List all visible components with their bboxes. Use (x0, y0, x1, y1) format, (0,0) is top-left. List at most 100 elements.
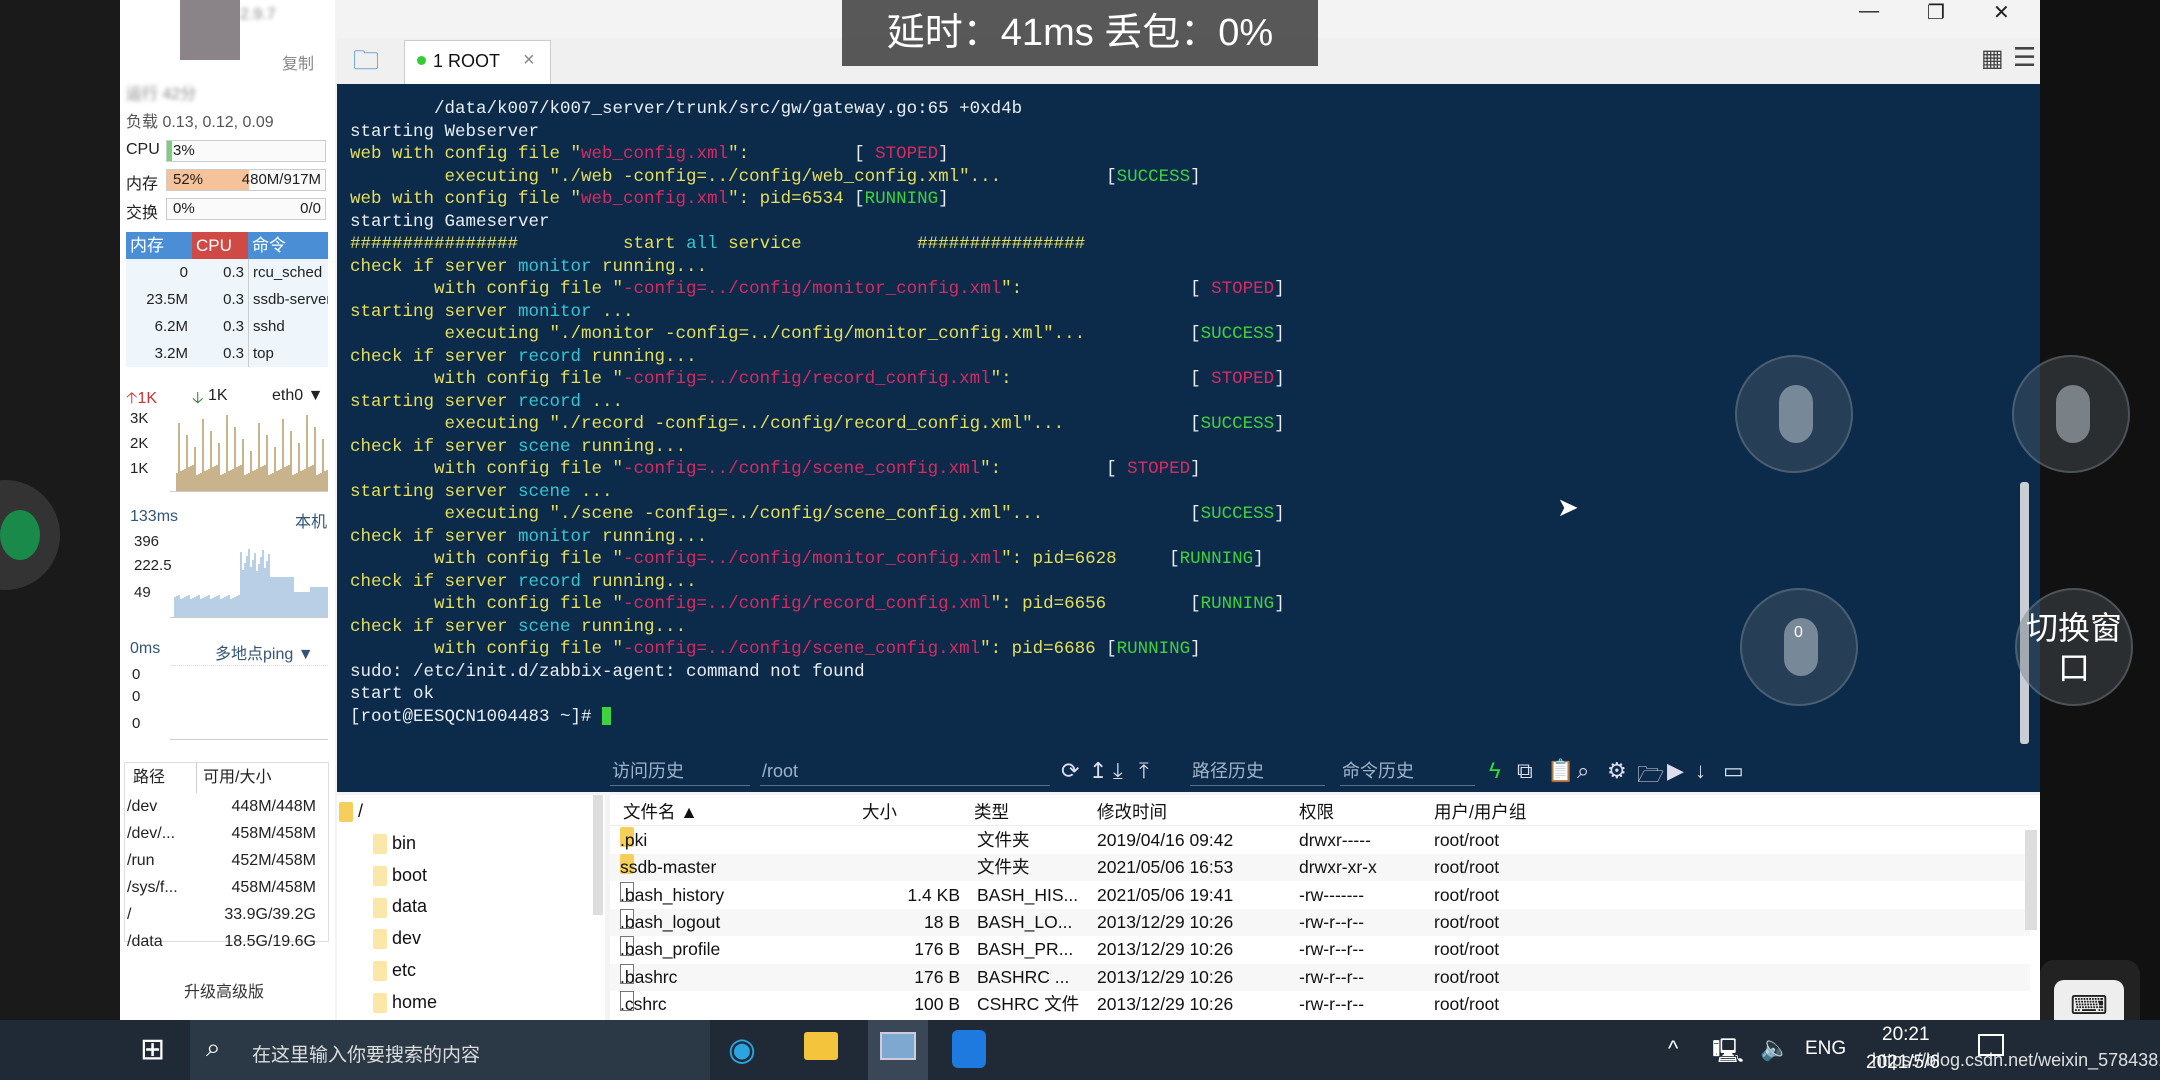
terminal-text: starting server (350, 391, 519, 412)
terminal-text: [ (1190, 504, 1201, 524)
col-owner[interactable]: 用户/用户组 (1434, 799, 1526, 826)
copy-icon[interactable]: ⧉ (1517, 758, 1533, 784)
terminal-text: monitor (518, 526, 592, 547)
play-icon[interactable]: ▶ (1667, 758, 1684, 784)
col-path[interactable]: 路径 (125, 763, 197, 793)
windows-start-icon[interactable]: ⊞ (140, 1032, 165, 1067)
arrow-down-icon[interactable]: ↓ (1695, 758, 1706, 784)
file-row[interactable]: .pki 文件夹 2019/04/16 09:42 drwxr----- root/… (610, 827, 2030, 854)
mouse-scroll-button[interactable]: 0 (1740, 588, 1858, 706)
network-icon[interactable]: 🖳 (1712, 1034, 1744, 1075)
file-list-scrollbar[interactable] (2025, 830, 2037, 930)
file-row[interactable]: .cshrc 100 B CSHRC 文件 2013/12/29 10:26 -rw… (610, 990, 2030, 1018)
path-field[interactable]: /root (760, 756, 1050, 786)
paste-icon[interactable]: 📋 (1547, 758, 1574, 784)
tab-close-icon[interactable]: × (523, 49, 535, 72)
terminal-line: check if server monitor running... (350, 256, 1285, 279)
minimize-button[interactable]: — (1859, 0, 1879, 23)
terminal-text: ": pid=6656 (990, 594, 1191, 614)
edge-icon[interactable]: ◉ (728, 1030, 756, 1068)
visit-history-field[interactable]: 访问历史 (610, 756, 750, 786)
folder-open-icon[interactable]: 🗁 (1637, 758, 1664, 796)
terminal-text: STOPED (1211, 369, 1275, 389)
command-history-field[interactable]: 命令历史 (1340, 756, 1475, 786)
tab-root[interactable]: 1 ROOT × (404, 40, 551, 84)
grid-view-icon[interactable]: ▦ (1981, 44, 2004, 73)
col-size[interactable]: 可用/大小 (197, 763, 271, 793)
upgrade-link[interactable]: 升级高级版 (184, 978, 264, 1002)
menu-icon[interactable]: ☰ (2013, 42, 2036, 73)
up-dir-icon[interactable]: ↥ (1089, 758, 1107, 784)
tree-item[interactable]: data (373, 896, 427, 918)
process-row[interactable]: 6.2M 0.3 sshd (126, 313, 328, 340)
restore-button[interactable]: ❐ (1927, 0, 1945, 25)
iface-select[interactable]: eth0 ▼ (272, 387, 323, 405)
col-size[interactable]: 大小 (862, 799, 897, 826)
file-row[interactable]: ssdb-master 文件夹 2021/05/06 16:53 drwxr-xr… (610, 854, 2030, 882)
terminal-text: check if server (350, 346, 519, 367)
file-row[interactable]: .bash_profile 176 B BASH_PR... 2013/12/29… (610, 936, 2030, 963)
volume-icon[interactable]: 🔈 (1760, 1034, 1790, 1063)
refresh-icon[interactable]: ⟳ (1061, 758, 1079, 784)
tray-expand-icon[interactable]: ^ (1668, 1036, 1678, 1062)
file-row[interactable]: .bashrc 176 B BASHRC ... 2013/12/29 10:26… (610, 963, 2030, 991)
file-explorer-icon[interactable] (804, 1032, 838, 1060)
close-button[interactable]: ✕ (1993, 0, 2010, 25)
window-icon[interactable]: ▭ (1723, 758, 1744, 784)
floating-ball[interactable] (0, 480, 60, 590)
remote-desktop-app[interactable] (868, 1020, 928, 1080)
disk-row: /dev/... 458M/458M (127, 825, 316, 842)
terminal-text: with config file " (350, 459, 624, 479)
tree-item[interactable]: dev (373, 928, 421, 950)
terminal-text: ": (1001, 279, 1191, 299)
tree-item[interactable]: etc (373, 960, 416, 982)
file-row[interactable]: .bash_history 1.4 KB BASH_HIS... 2021/05/… (610, 881, 2030, 909)
language-indicator[interactable]: ENG (1805, 1038, 1846, 1060)
copy-button[interactable]: 复制 (282, 50, 314, 74)
tree-item[interactable]: boot (373, 865, 427, 886)
terminal-text: scene (518, 481, 571, 502)
process-row[interactable]: 23.5M 0.3 ssdb-server (126, 286, 328, 313)
terminal-line: starting server record ... (350, 391, 1285, 414)
col-filename[interactable]: 文件名 ▲ (623, 799, 698, 826)
gear-icon[interactable]: ⚙ (1607, 758, 1627, 784)
col-mtime[interactable]: 修改时间 (1097, 799, 1167, 826)
ping-target[interactable]: 本机 (295, 508, 327, 532)
mouse-left-button[interactable] (1735, 355, 1853, 473)
multiping-select[interactable]: 多地点ping ▼ (215, 640, 314, 664)
taskbar-search[interactable]: ⌕ 在这里输入你要搜索的内容 (190, 1020, 710, 1080)
col-perm[interactable]: 权限 (1299, 799, 1334, 826)
terminal-text: [ (1106, 459, 1128, 479)
terminal-text: [ (1190, 279, 1212, 299)
terminal-line: with config file "-config=../config/scen… (350, 458, 1285, 481)
process-row[interactable]: 0 0.3 rcu_sched (126, 259, 328, 286)
folder-icon[interactable]: 🗀 (353, 42, 379, 86)
search-icon[interactable]: ⌕ (1577, 758, 1589, 784)
app-icon[interactable] (952, 1030, 986, 1068)
col-cmd[interactable]: 命令 (248, 232, 328, 259)
terminal-text: monitor (518, 301, 592, 322)
download-icon[interactable]: ⤓ (1113, 758, 1123, 784)
col-cpu[interactable]: CPU (192, 232, 248, 259)
path-history-field[interactable]: 路径历史 (1190, 756, 1325, 786)
tree-item[interactable]: bin (373, 833, 416, 855)
multiping-tick: 0 (132, 715, 141, 732)
tree-scrollbar[interactable] (593, 795, 603, 915)
multiping-tick: 0 (132, 666, 141, 683)
tree-item[interactable]: home (373, 992, 437, 1013)
switch-window-button[interactable]: 切换窗口 (2015, 588, 2133, 706)
lightning-icon[interactable]: ϟ (1489, 758, 1501, 784)
terminal-text: running... (570, 436, 687, 457)
terminal-text: RUNNING (1116, 639, 1191, 659)
process-row[interactable]: 3.2M 0.3 top (126, 340, 328, 367)
mouse-right-button[interactable] (2012, 355, 2130, 473)
col-type[interactable]: 类型 (974, 799, 1009, 826)
col-mem[interactable]: 内存 (126, 232, 192, 259)
upload-icon[interactable]: ⤒ (1139, 758, 1149, 784)
terminal-text: [root@EESQCN1004483 ~]# (350, 706, 603, 727)
tree-root[interactable]: / (339, 801, 363, 823)
terminal-text: [ (854, 189, 865, 209)
file-row[interactable]: .bash_logout 18 B BASH_LO... 2013/12/29 1… (610, 908, 2030, 936)
terminal-text: running... (581, 571, 697, 592)
clock-time[interactable]: 20:21 (1882, 1024, 1930, 1046)
